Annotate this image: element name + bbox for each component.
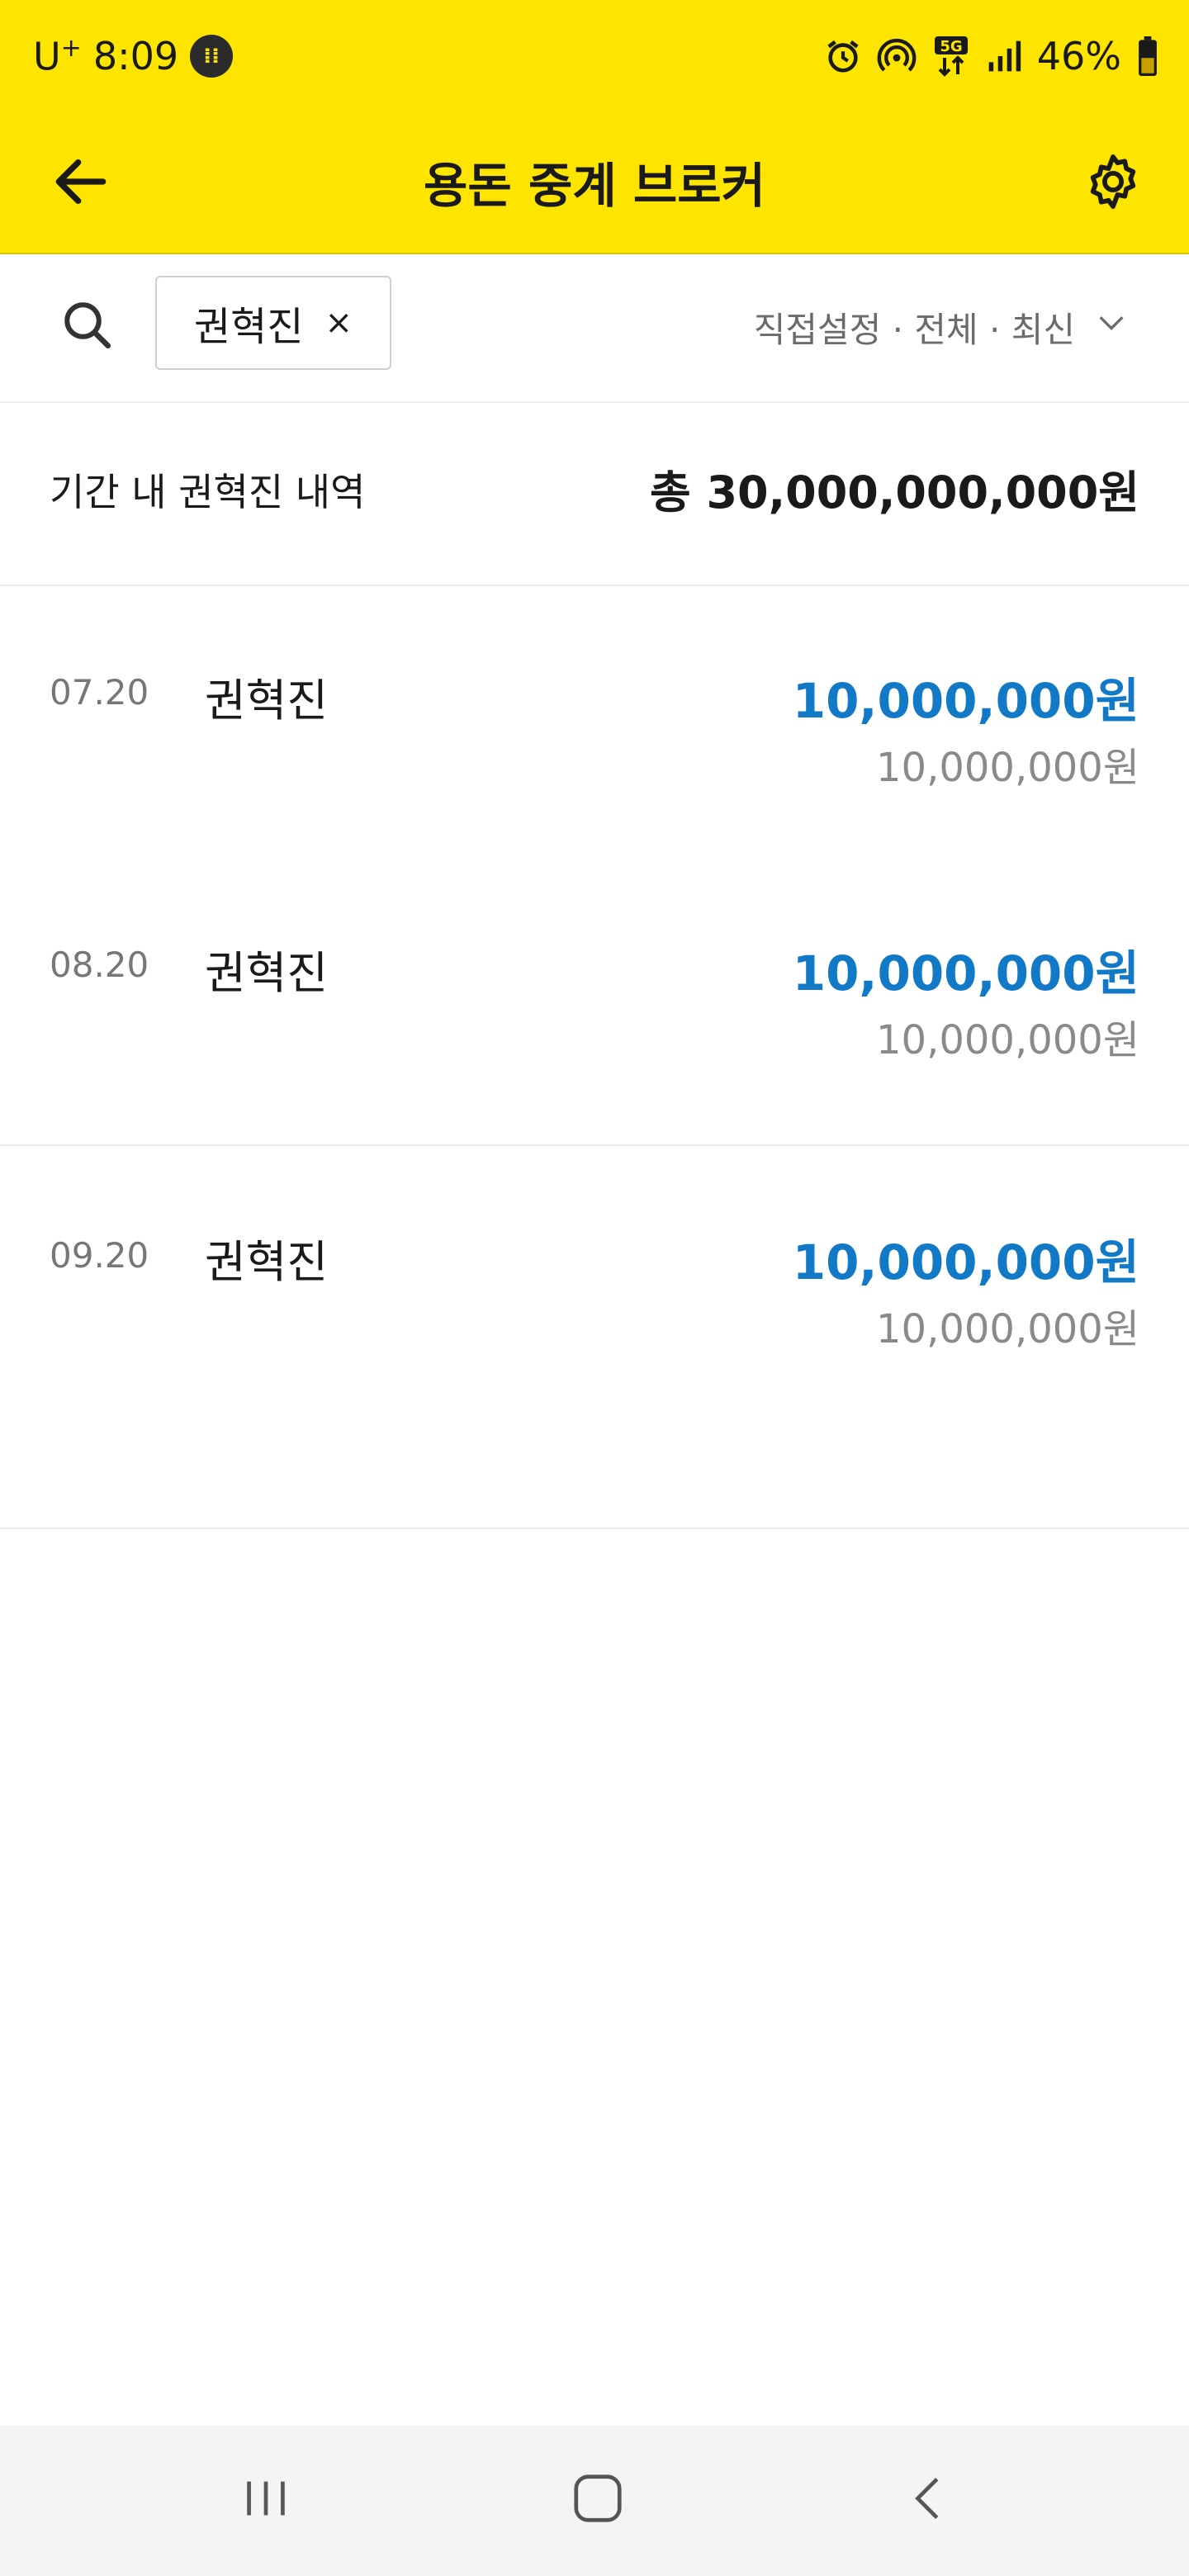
- filter-chip-name[interactable]: 권혁진 ×: [155, 276, 391, 370]
- nav-back-button[interactable]: [880, 2459, 979, 2541]
- status-right: 5G 46%: [824, 30, 1159, 83]
- transaction-row[interactable]: 07.20 권혁진 10,000,000원 10,000,000원: [0, 586, 1189, 859]
- transaction-date: 07.20: [50, 672, 149, 713]
- recents-icon: [237, 2469, 295, 2531]
- summary-section: 기간 내 권혁진 내역 총 30,000,000,000원: [0, 403, 1189, 586]
- recents-button[interactable]: [216, 2459, 315, 2541]
- home-button[interactable]: [548, 2459, 647, 2541]
- system-nav-bar: [0, 2426, 1189, 2576]
- search-icon: [60, 298, 115, 356]
- divider: [0, 1527, 1189, 1529]
- transaction-amount: 10,000,000원: [792, 673, 1139, 729]
- transaction-row[interactable]: 09.20 권혁진 10,000,000원 10,000,000원: [0, 1146, 1189, 1527]
- status-time: 8:09: [92, 34, 179, 78]
- filter-row: 권혁진 × 직접설정 · 전체 · 최신: [0, 254, 1189, 403]
- nav-back-icon: [901, 2469, 959, 2531]
- status-bar: U+ 8:09 ⁞⁞ 5G 46%: [0, 0, 1189, 109]
- notification-app-icon: ⁞⁞: [190, 35, 234, 78]
- carrier-label: U+: [33, 33, 82, 79]
- transaction-balance: 10,000,000원: [876, 745, 1139, 791]
- summary-total: 총 30,000,000,000원: [649, 466, 1139, 519]
- transaction-name: 권혁진: [205, 675, 329, 727]
- summary-label: 기간 내 권혁진 내역: [50, 470, 366, 514]
- transaction-date: 09.20: [50, 1235, 149, 1276]
- page-title: 용돈 중계 브로커: [424, 158, 765, 214]
- search-button[interactable]: [54, 294, 121, 360]
- transaction-name: 권혁진: [205, 947, 329, 999]
- app-bar: 용돈 중계 브로커: [0, 109, 1189, 254]
- status-left: U+ 8:09 ⁞⁞: [33, 30, 234, 83]
- transaction-date: 08.20: [50, 945, 149, 985]
- chevron-down-icon: [1095, 306, 1128, 348]
- network-5g-icon: 5G: [931, 35, 971, 78]
- transaction-row[interactable]: 08.20 권혁진 10,000,000원 10,000,000원: [0, 859, 1189, 1144]
- alarm-icon: [824, 37, 862, 75]
- svg-text:5G: 5G: [940, 38, 962, 55]
- filter-options-label: 직접설정 · 전체 · 최신: [753, 309, 1075, 350]
- hotspot-icon: [877, 36, 917, 76]
- home-icon: [569, 2469, 627, 2531]
- transaction-balance: 10,000,000원: [876, 1306, 1139, 1352]
- battery-icon: [1136, 36, 1159, 76]
- gear-icon: [1082, 150, 1144, 216]
- transaction-balance: 10,000,000원: [876, 1017, 1139, 1063]
- battery-percent: 46%: [1036, 34, 1121, 78]
- transaction-name: 권혁진: [205, 1236, 329, 1288]
- chip-close-icon[interactable]: ×: [324, 304, 353, 342]
- signal-icon: [986, 38, 1022, 74]
- filter-chip-label: 권혁진: [194, 304, 304, 350]
- transaction-amount: 10,000,000원: [792, 945, 1139, 1002]
- transaction-amount: 10,000,000원: [792, 1234, 1139, 1290]
- filter-options-dropdown[interactable]: 직접설정 · 전체 · 최신: [754, 294, 1128, 360]
- settings-button[interactable]: [1080, 150, 1146, 216]
